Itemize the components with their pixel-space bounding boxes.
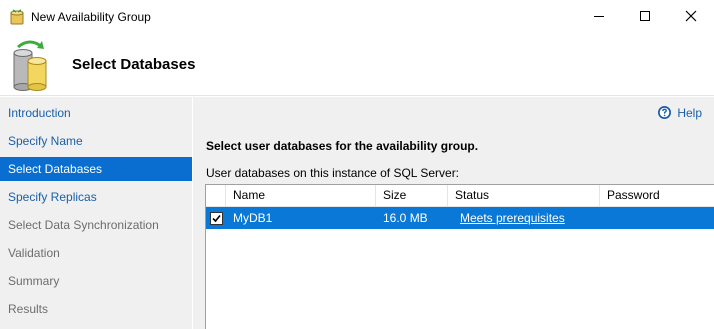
nav-item-select-databases[interactable]: Select Databases [0, 157, 192, 181]
help-icon [658, 106, 672, 119]
database-wizard-icon [13, 40, 47, 91]
maximize-icon [640, 11, 650, 21]
password-cell[interactable] [600, 207, 714, 229]
nav-item-validation: Validation [8, 246, 60, 260]
nav-item-results: Results [8, 302, 49, 316]
wizard-header: Select Databases [0, 32, 714, 96]
header-name[interactable]: Name [226, 185, 376, 207]
content-panel: Help Select user databases for the avail… [193, 97, 714, 329]
minimize-button[interactable] [576, 0, 622, 32]
checkmark-icon [212, 214, 221, 223]
nav-item-summary: Summary [8, 274, 60, 288]
section-heading: Select user databases for the availabili… [206, 139, 479, 153]
database-grid[interactable]: Name Size Status Password MyDB1 16.0 MB … [205, 184, 714, 329]
grid-header: Name Size Status Password [206, 185, 714, 207]
help-label: Help [677, 105, 702, 120]
status-link[interactable]: Meets prerequisites [460, 207, 565, 229]
database-checkbox[interactable] [210, 212, 223, 225]
window-title: New Availability Group [31, 10, 151, 24]
nav-item-introduction[interactable]: Introduction [0, 101, 192, 125]
table-row[interactable]: MyDB1 16.0 MB Meets prerequisites [206, 207, 714, 229]
header-status[interactable]: Status [448, 185, 600, 207]
title-bar: New Availability Group [0, 0, 714, 32]
database-name: MyDB1 [233, 211, 273, 225]
page-title: Select Databases [72, 56, 196, 73]
close-icon [685, 10, 697, 22]
close-button[interactable] [668, 0, 714, 32]
header-password[interactable]: Password [600, 185, 714, 207]
nav-item-specify-replicas[interactable]: Specify Replicas [0, 185, 192, 209]
database-size: 16.0 MB [383, 211, 428, 225]
header-size[interactable]: Size [376, 185, 448, 207]
availability-group-icon [10, 9, 24, 25]
minimize-icon [594, 16, 604, 17]
maximize-button[interactable] [622, 0, 668, 32]
nav-item-select-data-synchronization: Select Data Synchronization [8, 218, 159, 232]
help-link[interactable]: Help [657, 105, 702, 120]
database-list-label: User databases on this instance of SQL S… [206, 166, 460, 180]
nav-item-specify-name[interactable]: Specify Name [0, 129, 192, 153]
wizard-nav: Introduction Specify Name Select Databas… [0, 97, 192, 329]
header-select-column [206, 185, 226, 207]
